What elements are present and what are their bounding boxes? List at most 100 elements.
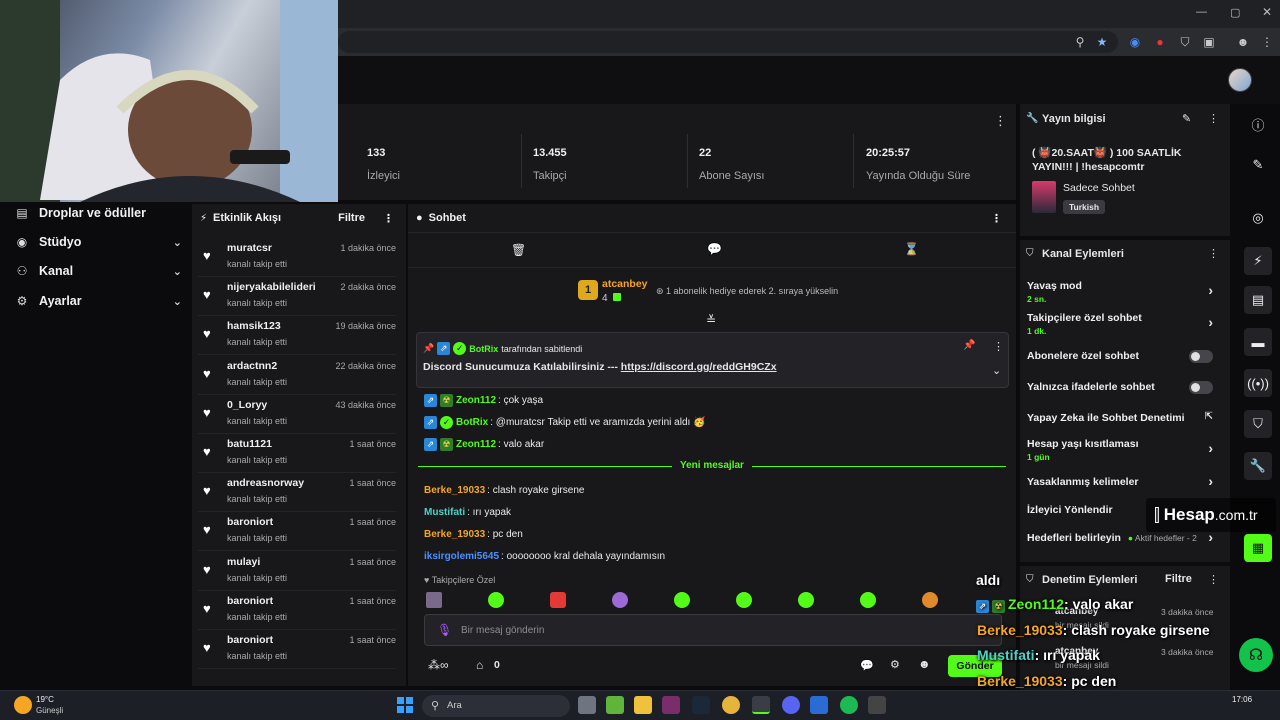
subscribers-only-toggle[interactable]	[1189, 350, 1213, 363]
app-icon[interactable]	[868, 696, 886, 714]
activity-user[interactable]: hamsik123	[227, 320, 281, 332]
chevron-down-icon[interactable]: ⌄	[992, 364, 1001, 377]
list-item[interactable]: ♥ andreasnorway kanalı takip etti 1 saat ön…	[198, 473, 396, 513]
list-item[interactable]: ♥ baroniort kanalı takip etti 1 saat önce	[198, 630, 396, 669]
chat-menu-icon[interactable]: ⋮	[991, 212, 1002, 225]
shield-icon[interactable]: ⛉	[1244, 410, 1272, 438]
chat-input[interactable]: 🎙 Bir mesaj gönderin	[424, 614, 1002, 646]
app-icon[interactable]	[662, 696, 680, 714]
activity-user[interactable]: baroniort	[227, 595, 273, 607]
browser-menu-icon[interactable]: ⋮	[1260, 35, 1274, 49]
nav-item-channel[interactable]: ⚇ Kanal ⌄	[14, 260, 182, 282]
bolt-icon[interactable]: ⚡	[1244, 247, 1272, 275]
emote-icon[interactable]	[922, 592, 938, 608]
close-window-icon[interactable]: ✕	[1262, 5, 1272, 19]
notes-icon[interactable]: ▤	[1244, 286, 1272, 314]
extension-shield-icon[interactable]: ⛉	[1178, 35, 1192, 49]
chat-username[interactable]: Zeon112	[456, 439, 496, 450]
mod-actions-menu-icon[interactable]: ⋮	[1208, 573, 1219, 586]
profile-icon[interactable]: ☻	[1236, 35, 1250, 49]
points-icon[interactable]: ⁂∞	[428, 658, 449, 672]
unpin-icon[interactable]: 📌	[963, 340, 975, 351]
avatar[interactable]	[1228, 68, 1252, 92]
chrome-icon[interactable]	[722, 696, 740, 714]
chat-username[interactable]: BotRix	[456, 417, 488, 428]
list-item[interactable]: ♥ mulayi kanalı takip etti 1 saat önce	[198, 552, 396, 591]
broadcast-icon[interactable]: ((•))	[1244, 369, 1272, 397]
clip-icon[interactable]: ▦	[1244, 534, 1272, 562]
activity-user[interactable]: andreasnorway	[227, 477, 304, 489]
list-item[interactable]: ♥ nijeryakabilelideri kanalı takip etti 2 d…	[198, 277, 396, 317]
discord-icon[interactable]	[782, 696, 800, 714]
emote-icon[interactable]	[674, 592, 690, 608]
channel-actions-menu-icon[interactable]: ⋮	[1208, 247, 1219, 260]
chat-bubble-icon[interactable]: 💬	[707, 242, 722, 256]
taskbar-search[interactable]: ⚲ Ara	[422, 695, 570, 717]
emote-picker-icon[interactable]: ☻	[918, 657, 931, 671]
list-item[interactable]: ♥ 0_Loryy kanalı takip etti 43 dakika önce	[198, 395, 396, 434]
chat-username[interactable]: iksirgolemi5645	[424, 551, 499, 562]
nav-item-settings[interactable]: ⚙ Ayarlar ⌄	[14, 290, 182, 312]
hourglass-icon[interactable]: ⌛	[904, 242, 919, 256]
emote-icon[interactable]	[550, 592, 566, 608]
activity-filter-button[interactable]: Filtre	[338, 212, 365, 224]
activity-user[interactable]: 0_Loryy	[227, 399, 267, 411]
collapse-icon[interactable]: ≚	[706, 313, 716, 327]
activity-user[interactable]: ardactnn2	[227, 360, 277, 372]
emote-only-toggle[interactable]	[1189, 381, 1213, 394]
extensions-puzzle-icon[interactable]: ▣	[1202, 35, 1216, 49]
pinned-link[interactable]: https://discord.gg/reddGH9CZx	[621, 361, 777, 373]
chat-username[interactable]: Berke_19033	[424, 485, 485, 496]
chat-settings-bubble-icon[interactable]: 💬	[860, 659, 874, 672]
action-followers-only[interactable]: Takipçilere özel sohbet 1 dk. ›	[1027, 312, 1223, 336]
microphone-icon[interactable]: 🎙	[437, 623, 452, 637]
activity-user[interactable]: mulayi	[227, 556, 260, 568]
action-slow-mode[interactable]: Yavaş mod 2 sn. ›	[1027, 280, 1223, 304]
action-ai-moderation[interactable]: Yapay Zeka ile Sohbet Denetimi ⇱	[1027, 411, 1223, 424]
stats-menu-icon[interactable]: ⋮	[994, 113, 1007, 129]
extension-record-icon[interactable]: ●	[1153, 35, 1167, 49]
minimize-icon[interactable]: —	[1196, 6, 1207, 18]
headset-support-icon[interactable]: ☊	[1239, 638, 1273, 672]
wrench-icon[interactable]: 🔧	[1244, 452, 1272, 480]
pinned-menu-icon[interactable]: ⋮	[993, 340, 1004, 353]
trash-icon[interactable]: 🗑	[511, 243, 526, 257]
task-view-icon[interactable]	[578, 696, 596, 714]
windows-start-icon[interactable]	[397, 697, 413, 713]
steam-icon[interactable]	[692, 696, 710, 714]
nav-item-studio[interactable]: ◉ Stüdyo ⌄	[14, 231, 182, 253]
app-icon[interactable]	[810, 696, 828, 714]
list-item[interactable]: ♥ ardactnn2 kanalı takip etti 22 dakika önc…	[198, 356, 396, 395]
category-name[interactable]: Sadece Sohbet	[1063, 182, 1135, 194]
edit-pencil-icon[interactable]: ✎	[1244, 151, 1272, 179]
emote-icon[interactable]	[488, 592, 504, 608]
bookmark-star-icon[interactable]: ★	[1095, 35, 1109, 49]
action-banned-words[interactable]: Yasaklanmış kelimeler ›	[1027, 473, 1223, 489]
emote-icon[interactable]	[426, 592, 442, 608]
browser-app-icon[interactable]	[752, 696, 770, 714]
chat-username[interactable]: Zeon112	[456, 395, 496, 406]
info-icon[interactable]: ⓘ	[1244, 110, 1272, 138]
mod-filter-button[interactable]: Filtre	[1165, 573, 1192, 585]
zoom-icon[interactable]: ⚲	[1073, 35, 1087, 49]
activity-user[interactable]: batu1121	[227, 438, 272, 450]
list-item[interactable]: ♥ hamsik123 kanalı takip etti 19 dakika önc…	[198, 316, 396, 356]
camera-record-icon[interactable]: ◎	[1244, 204, 1272, 232]
file-explorer-icon[interactable]	[634, 696, 652, 714]
store-icon[interactable]: ⌂	[476, 658, 483, 672]
emote-icon[interactable]	[736, 592, 752, 608]
nav-item-drops[interactable]: ▤ Droplar ve ödüller	[14, 202, 182, 224]
spotify-icon[interactable]	[840, 696, 858, 714]
emote-icon[interactable]	[612, 592, 628, 608]
chat-bubble-icon[interactable]: ▬	[1244, 328, 1272, 356]
emote-icon[interactable]	[798, 592, 814, 608]
activity-menu-icon[interactable]: ⋮	[383, 212, 394, 225]
chat-username[interactable]: Berke_19033	[424, 529, 485, 540]
activity-user[interactable]: baroniort	[227, 516, 273, 528]
weather-sun-icon[interactable]	[14, 696, 32, 714]
category-thumbnail[interactable]	[1032, 181, 1056, 213]
list-item[interactable]: ♥ baroniort kanalı takip etti 1 saat önce	[198, 591, 396, 630]
gift-user[interactable]: atcanbey	[602, 278, 648, 290]
list-item[interactable]: ♥ batu1121 kanalı takip etti 1 saat önce	[198, 434, 396, 473]
edit-pencil-icon[interactable]: ✎	[1182, 112, 1191, 125]
